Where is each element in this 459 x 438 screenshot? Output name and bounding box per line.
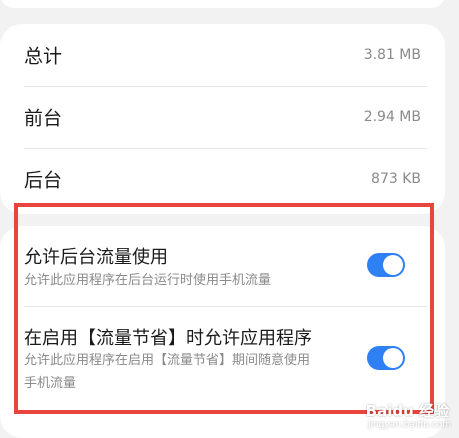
watermark-brand: Baidu 经验: [365, 402, 449, 420]
allow-background-data-toggle[interactable]: [367, 253, 405, 277]
watermark-domain: jingyan.baidu.com: [367, 420, 451, 430]
data-usage-card: 总计 3.81 MB 前台 2.94 MB 后台 873 KB: [0, 24, 445, 214]
baidu-jingyan-watermark: Baidu 经验 jingyan.baidu.com: [355, 400, 455, 430]
toggle-knob: [383, 348, 403, 368]
setting-title: 在启用【流量节省】时允许应用程序: [24, 328, 312, 349]
usage-label: 总计: [24, 45, 63, 68]
usage-value: 873 KB: [371, 171, 421, 187]
usage-value: 2.94 MB: [363, 109, 421, 125]
usage-label: 前台: [24, 107, 63, 130]
usage-row-foreground: 前台 2.94 MB: [0, 86, 445, 148]
setting-title: 允许后台流量使用: [24, 247, 168, 268]
setting-description: 允许此应用程序在后台运行时使用手机流量: [24, 273, 272, 288]
usage-row-background: 后台 873 KB: [0, 148, 445, 210]
usage-value: 3.81 MB: [363, 47, 421, 63]
allow-on-data-saver-toggle[interactable]: [367, 346, 405, 370]
previous-card: [0, 0, 445, 8]
toggle-knob: [383, 255, 403, 275]
setting-description: 允许此应用程序在启用【流量节省】期间随意使用: [24, 353, 311, 368]
setting-description: 手机流量: [24, 376, 77, 391]
divider: [24, 306, 427, 307]
usage-row-total: 总计 3.81 MB: [0, 24, 445, 86]
usage-label: 后台: [24, 169, 63, 192]
